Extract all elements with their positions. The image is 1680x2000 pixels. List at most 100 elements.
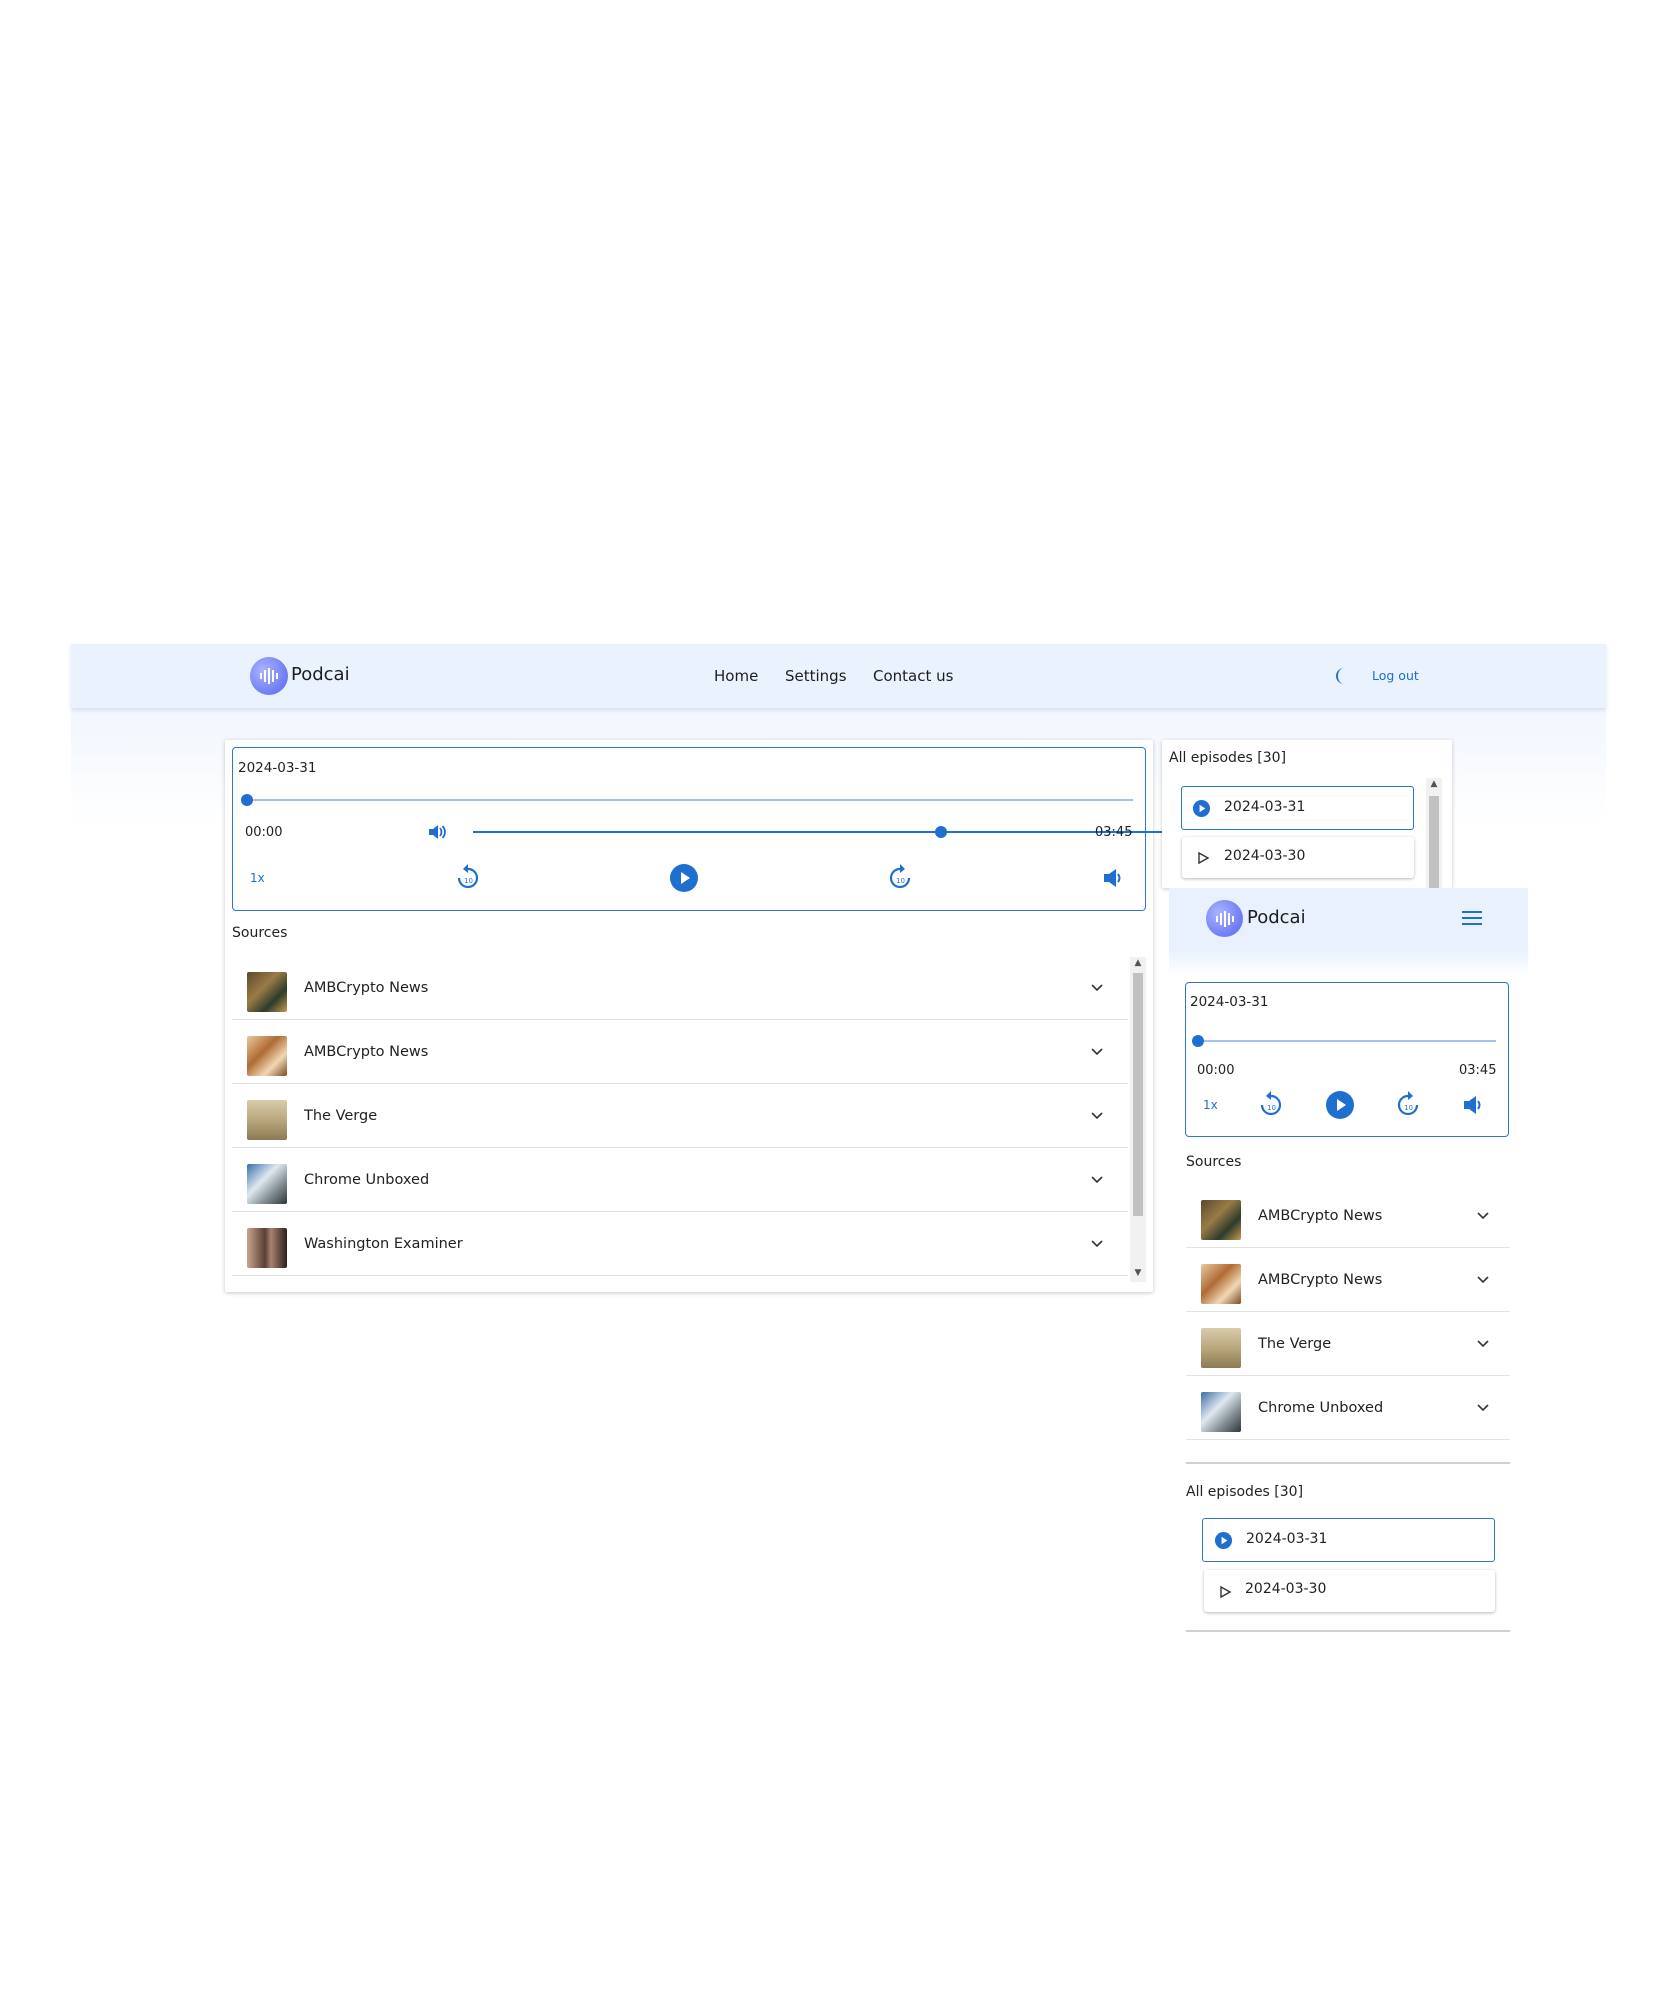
replay-10-icon[interactable]: 10: [454, 862, 482, 892]
replay-10-icon[interactable]: 10: [1257, 1089, 1285, 1119]
svg-text:10: 10: [1267, 1104, 1276, 1112]
nav-contact[interactable]: Contact us: [873, 667, 953, 685]
logout-link[interactable]: Log out: [1372, 668, 1419, 683]
play-outline-icon: [1196, 850, 1210, 869]
forward-10-icon[interactable]: 10: [1394, 1089, 1422, 1119]
source-thumbnail: [247, 1036, 287, 1076]
volume-icon[interactable]: [426, 821, 448, 843]
source-thumbnail: [1201, 1328, 1241, 1368]
source-row[interactable]: The Verge: [232, 1085, 1128, 1148]
episode-item-active[interactable]: 2024-03-31: [1202, 1518, 1495, 1562]
speed-button[interactable]: 1x: [1203, 1098, 1218, 1112]
chevron-down-icon[interactable]: [1089, 1171, 1105, 1187]
source-row[interactable]: [1186, 1441, 1510, 1455]
chevron-down-icon[interactable]: [1089, 1235, 1105, 1251]
sources-scrollbar[interactable]: ▲ ▼: [1130, 957, 1146, 1282]
play-icon: [1192, 799, 1211, 822]
nav-home[interactable]: Home: [714, 667, 758, 685]
volume-knob[interactable]: [935, 826, 947, 838]
episodes-scrollbar[interactable]: ▲: [1426, 778, 1442, 888]
audio-player: 2024-03-31 00:00 03:45 1x 10 10: [232, 747, 1173, 911]
source-name: The Verge: [1258, 1336, 1332, 1352]
source-thumbnail: [1201, 1392, 1241, 1432]
chevron-down-icon[interactable]: [1475, 1271, 1491, 1287]
chevron-down-icon[interactable]: [1089, 979, 1105, 995]
source-name: AMBCrypto News: [304, 980, 429, 996]
play-icon[interactable]: [1325, 1090, 1355, 1120]
moon-icon[interactable]: [1333, 667, 1349, 685]
episodes-label: All episodes [30]: [1186, 1484, 1304, 1500]
waveform-icon[interactable]: [1206, 900, 1243, 937]
source-name: AMBCrypto News: [304, 1044, 429, 1060]
current-time: 00:00: [245, 825, 283, 840]
forward-10-icon[interactable]: 10: [886, 862, 914, 892]
svg-text:10: 10: [896, 877, 905, 885]
source-row[interactable]: Chrome Unboxed: [232, 1149, 1128, 1212]
episode-date: 2024-03-31: [1246, 1531, 1328, 1547]
source-row[interactable]: AMBCrypto News: [1186, 1185, 1510, 1248]
svg-text:10: 10: [1404, 1104, 1413, 1112]
source-thumbnail: [1201, 1200, 1241, 1240]
source-row[interactable]: AMBCrypto News: [232, 1021, 1128, 1084]
source-row[interactable]: AMBCrypto News: [232, 957, 1128, 1020]
app-logo-text[interactable]: Podcai: [291, 664, 350, 685]
app-logo-text[interactable]: Podcai: [1247, 907, 1306, 928]
duration: 03:45: [1095, 825, 1133, 840]
source-name: Washington Examiner: [304, 1236, 463, 1252]
waveform-icon[interactable]: [250, 657, 288, 695]
chevron-down-icon[interactable]: [1475, 1335, 1491, 1351]
chevron-down-icon[interactable]: [1089, 1043, 1105, 1059]
hamburger-icon[interactable]: [1462, 911, 1482, 927]
section-divider: [1186, 1462, 1510, 1464]
section-divider: [1186, 1630, 1510, 1632]
volume-track[interactable]: [473, 831, 1173, 833]
episode-date: 2024-03-30: [1224, 848, 1306, 864]
episode-title: 2024-03-31: [1190, 994, 1269, 1010]
source-row[interactable]: AMBCrypto News: [1186, 1249, 1510, 1312]
source-thumbnail: [1201, 1264, 1241, 1304]
source-row[interactable]: The Verge: [1186, 1313, 1510, 1376]
duration: 03:45: [1459, 1063, 1497, 1078]
episode-item[interactable]: 2024-03-30: [1182, 837, 1414, 878]
chevron-down-icon[interactable]: [1475, 1399, 1491, 1415]
progress-knob[interactable]: [241, 794, 253, 806]
chevron-down-icon[interactable]: [1475, 1207, 1491, 1223]
volume-icon[interactable]: [1462, 1094, 1484, 1116]
source-row[interactable]: Washington Examiner: [232, 1213, 1128, 1276]
episode-item[interactable]: 2024-03-30: [1204, 1570, 1495, 1612]
source-thumbnail: [247, 1164, 287, 1204]
svg-text:10: 10: [464, 877, 473, 885]
episode-item-active[interactable]: 2024-03-31: [1181, 786, 1414, 830]
volume-icon[interactable]: [1102, 867, 1124, 889]
episode-date: 2024-03-31: [1224, 799, 1306, 815]
sources-label: Sources: [232, 925, 288, 941]
source-thumbnail: [247, 972, 287, 1012]
source-thumbnail: [247, 1100, 287, 1140]
scroll-thumb[interactable]: [1429, 796, 1439, 888]
episode-date: 2024-03-30: [1245, 1581, 1327, 1597]
progress-knob[interactable]: [1192, 1035, 1204, 1047]
source-name: Chrome Unboxed: [304, 1172, 430, 1188]
source-name: AMBCrypto News: [1258, 1208, 1383, 1224]
audio-player: 2024-03-31 00:00 03:45 1x 10 10: [1185, 982, 1509, 1137]
speed-button[interactable]: 1x: [250, 871, 265, 885]
mobile-header-fade: [1169, 951, 1528, 976]
sources-label: Sources: [1186, 1154, 1242, 1170]
episodes-label: All episodes [30]: [1169, 750, 1287, 766]
episode-title: 2024-03-31: [238, 760, 317, 776]
play-icon[interactable]: [669, 863, 699, 893]
source-name: AMBCrypto News: [1258, 1272, 1383, 1288]
source-name: The Verge: [304, 1108, 378, 1124]
scroll-thumb[interactable]: [1133, 973, 1143, 1216]
source-row[interactable]: Chrome Unboxed: [1186, 1377, 1510, 1440]
progress-track[interactable]: [1198, 1040, 1496, 1042]
play-outline-icon: [1218, 1584, 1232, 1603]
progress-track[interactable]: [247, 799, 1133, 801]
scroll-up-icon[interactable]: ▲: [1131, 958, 1145, 968]
nav-settings[interactable]: Settings: [785, 667, 847, 685]
sources-list: AMBCrypto News AMBCrypto News The Verge …: [232, 957, 1146, 1282]
scroll-up-icon[interactable]: ▲: [1427, 779, 1441, 789]
source-name: Chrome Unboxed: [1258, 1400, 1384, 1416]
chevron-down-icon[interactable]: [1089, 1107, 1105, 1123]
scroll-down-icon[interactable]: ▼: [1131, 1268, 1145, 1278]
